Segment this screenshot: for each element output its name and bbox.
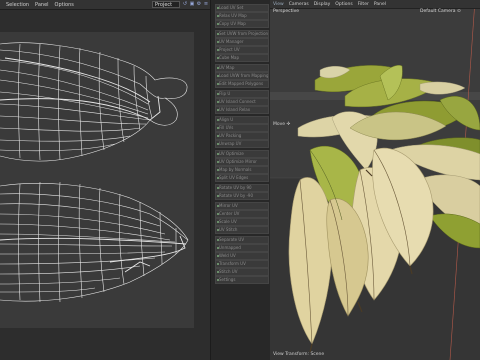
- command-item[interactable]: Weld UV: [215, 252, 269, 260]
- command-item[interactable]: Transform UV: [215, 260, 269, 268]
- viewport-menu-display[interactable]: Display: [314, 2, 331, 7]
- uv-editor-panel: Selection Panel Options Project ↺ ▣ ⚙ ≡: [0, 0, 210, 360]
- viewport-panel[interactable]: View Cameras Display Options Filter Pane…: [270, 0, 480, 360]
- command-item[interactable]: Rotate UV by -90: [215, 192, 269, 200]
- move-gizmo-icon[interactable]: ✣: [287, 122, 291, 127]
- command-item[interactable]: UV Island Relax: [215, 106, 269, 114]
- command-item[interactable]: Map by Normals: [215, 166, 269, 174]
- uv-command-panel: Load UV Set Relax UV Map Copy UV Map Set…: [210, 0, 272, 360]
- command-item[interactable]: Cube Map: [215, 54, 269, 62]
- command-item[interactable]: UV Manager: [215, 38, 269, 46]
- command-item[interactable]: Scale UV: [215, 218, 269, 226]
- viewport-menubar: View Cameras Display Options Filter Pane…: [270, 0, 480, 9]
- command-item[interactable]: Load UVW from Mapping: [215, 72, 269, 80]
- viewport-camera-label: Default Camera: [420, 9, 456, 14]
- command-item[interactable]: UV Optimize Mirror: [215, 158, 269, 166]
- viewport-menu-panel[interactable]: Panel: [374, 2, 386, 7]
- viewport-menu-cameras[interactable]: Cameras: [289, 2, 309, 7]
- command-item[interactable]: Mirror UV: [215, 202, 269, 210]
- command-item[interactable]: Unmapped: [215, 244, 269, 252]
- command-item[interactable]: UV Map: [215, 64, 269, 72]
- command-item[interactable]: Stitch UV: [215, 268, 269, 276]
- camera-orbit-icon[interactable]: ⊙: [457, 9, 461, 14]
- command-item[interactable]: UV Island Connect: [215, 98, 269, 106]
- command-item[interactable]: Load UV Set: [215, 4, 269, 12]
- command-item[interactable]: Relax UV Map: [215, 12, 269, 20]
- command-item[interactable]: Copy UV Map: [215, 20, 269, 28]
- command-item[interactable]: Fill UVs: [215, 124, 269, 132]
- command-item[interactable]: Settings: [215, 276, 269, 284]
- command-item[interactable]: UV Packing: [215, 132, 269, 140]
- viewport-camera[interactable]: Default Camera ⊙: [420, 9, 461, 14]
- command-item[interactable]: Align U: [215, 116, 269, 124]
- command-item[interactable]: Separate UV: [215, 236, 269, 244]
- viewport-menu-options[interactable]: Options: [335, 2, 352, 7]
- viewport-tool-name: Move: [273, 122, 286, 127]
- command-item[interactable]: Flip U: [215, 90, 269, 98]
- command-item[interactable]: Edit Mapped Polygons: [215, 80, 269, 88]
- command-item[interactable]: Rotate UV by 90: [215, 184, 269, 192]
- command-item[interactable]: Center UV: [215, 210, 269, 218]
- command-item[interactable]: Project UV: [215, 46, 269, 54]
- viewport-status: View Transform: Scene: [273, 352, 325, 357]
- viewport-menu-filter[interactable]: Filter: [358, 2, 369, 7]
- viewport-tool-label: Move ✣: [273, 122, 290, 127]
- viewport-view-name: Perspective: [273, 9, 300, 14]
- viewport-scene: [270, 0, 480, 360]
- command-item[interactable]: Unwrap UV: [215, 140, 269, 148]
- command-item[interactable]: Split UV Edges: [215, 174, 269, 182]
- viewport-menu-view[interactable]: View: [273, 2, 284, 7]
- command-item[interactable]: Set UVW from Projection: [215, 30, 269, 38]
- command-item[interactable]: UV Stitch: [215, 226, 269, 234]
- command-item[interactable]: UV Optimize: [215, 150, 269, 158]
- uv-wireframe: [0, 42, 189, 303]
